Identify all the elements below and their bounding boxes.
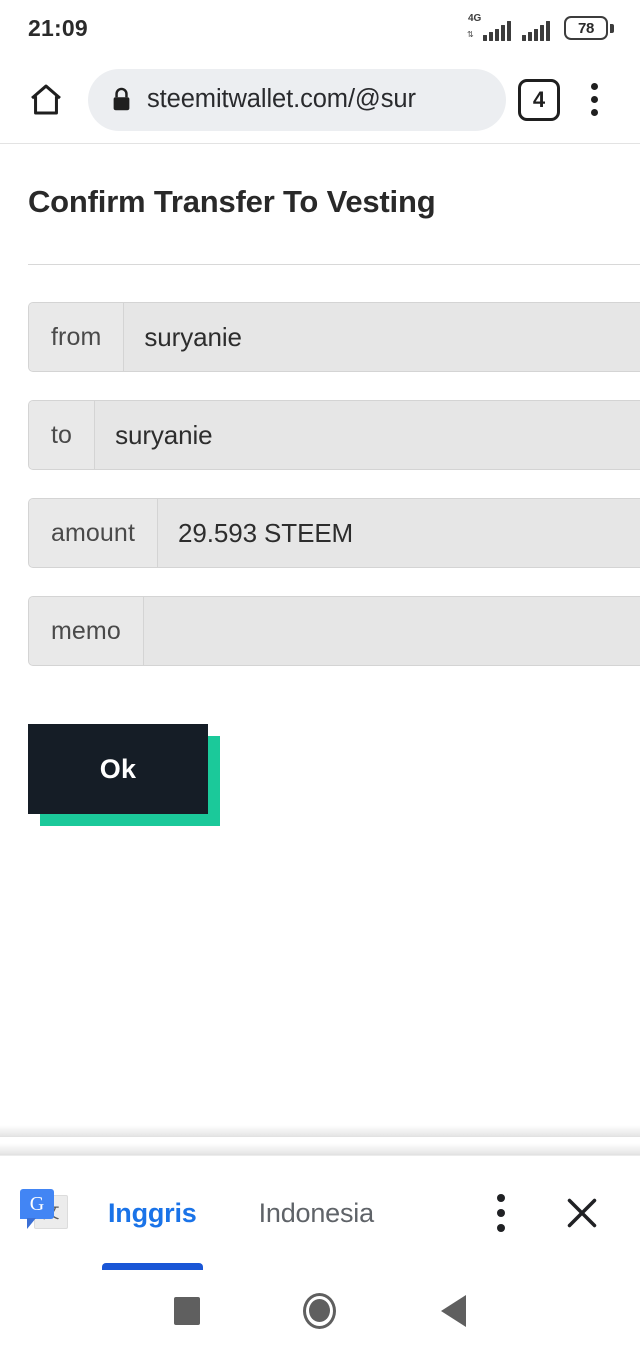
translate-menu-icon[interactable] bbox=[476, 1183, 526, 1243]
home-icon[interactable] bbox=[18, 72, 74, 128]
table-row: from suryanie bbox=[28, 302, 640, 372]
android-nav-bar bbox=[0, 1270, 640, 1351]
table-row: to suryanie bbox=[28, 400, 640, 470]
row-label-to: to bbox=[29, 401, 96, 469]
url-text: steemitwallet.com/@sur bbox=[147, 85, 416, 113]
network-type-label: 4G bbox=[468, 13, 482, 24]
url-bar[interactable]: steemitwallet.com/@sur bbox=[88, 68, 506, 131]
row-label-text: amount bbox=[51, 518, 135, 547]
page-title: Confirm Transfer To Vesting bbox=[28, 184, 436, 219]
table-row: memo bbox=[28, 596, 640, 666]
row-label-text: memo bbox=[51, 616, 121, 645]
status-time: 21:09 bbox=[28, 14, 88, 41]
ok-button-label: Ok bbox=[99, 753, 137, 784]
content-bottom-shadow-2 bbox=[0, 1143, 640, 1155]
square-icon bbox=[173, 1296, 200, 1325]
tab-count-label: 4 bbox=[532, 86, 546, 112]
row-value-from: suryanie bbox=[124, 303, 640, 371]
row-label-amount: amount bbox=[29, 499, 158, 567]
phone-screen: 21:09 4G ⇅ 78 steemitwallet.com/@sur 4 C… bbox=[0, 0, 640, 1351]
target-language-label: Indonesia bbox=[258, 1197, 374, 1228]
signal-bars-icon: 4G ⇅ bbox=[467, 13, 511, 41]
browser-toolbar: steemitwallet.com/@sur 4 bbox=[0, 56, 640, 144]
row-value-memo bbox=[143, 597, 640, 665]
google-translate-icon: 文 G bbox=[20, 1189, 68, 1237]
row-label-text: to bbox=[51, 420, 73, 449]
row-value-text: suryanie bbox=[144, 321, 242, 352]
transfer-details-list: from suryanie to suryanie amount 29.593 … bbox=[0, 265, 640, 666]
row-value-text: 29.593 STEEM bbox=[178, 517, 354, 548]
lock-icon bbox=[110, 86, 133, 113]
content-bottom-shadow bbox=[0, 1125, 640, 1137]
row-label-text: from bbox=[51, 322, 102, 351]
battery-percent: 78 bbox=[578, 19, 594, 37]
status-icons: 4G ⇅ 78 bbox=[467, 13, 614, 41]
back-button[interactable] bbox=[418, 1276, 488, 1346]
table-row: amount 29.593 STEEM bbox=[28, 498, 640, 568]
row-label-memo: memo bbox=[29, 597, 144, 665]
tab-language-target[interactable]: Indonesia bbox=[249, 1156, 384, 1270]
confirm-button-wrapper: Ok bbox=[28, 724, 220, 826]
triangle-left-icon bbox=[440, 1294, 466, 1327]
data-arrows-icon: ⇅ bbox=[467, 30, 474, 39]
row-value-to: suryanie bbox=[95, 401, 640, 469]
signal-bars-secondary-icon bbox=[522, 15, 550, 41]
row-label-from: from bbox=[29, 303, 125, 371]
tab-language-source[interactable]: Inggris bbox=[98, 1156, 207, 1271]
source-language-label: Inggris bbox=[108, 1197, 197, 1228]
home-button[interactable] bbox=[285, 1276, 355, 1346]
close-icon[interactable] bbox=[550, 1183, 614, 1243]
recents-button[interactable] bbox=[152, 1276, 222, 1346]
translate-letter: G bbox=[29, 1193, 45, 1215]
tab-count-button[interactable]: 4 bbox=[518, 78, 560, 121]
row-value-amount: 29.593 STEEM bbox=[158, 499, 640, 567]
ok-button[interactable]: Ok bbox=[28, 724, 208, 814]
circle-icon bbox=[303, 1292, 337, 1329]
page-content: Confirm Transfer To Vesting from suryani… bbox=[0, 144, 640, 1148]
battery-icon: 78 bbox=[564, 16, 614, 40]
kebab-menu-icon[interactable] bbox=[570, 72, 618, 128]
status-bar: 21:09 4G ⇅ 78 bbox=[0, 0, 640, 56]
row-value-text: suryanie bbox=[115, 419, 213, 450]
translate-bar: 文 G Inggris Indonesia bbox=[0, 1155, 640, 1271]
